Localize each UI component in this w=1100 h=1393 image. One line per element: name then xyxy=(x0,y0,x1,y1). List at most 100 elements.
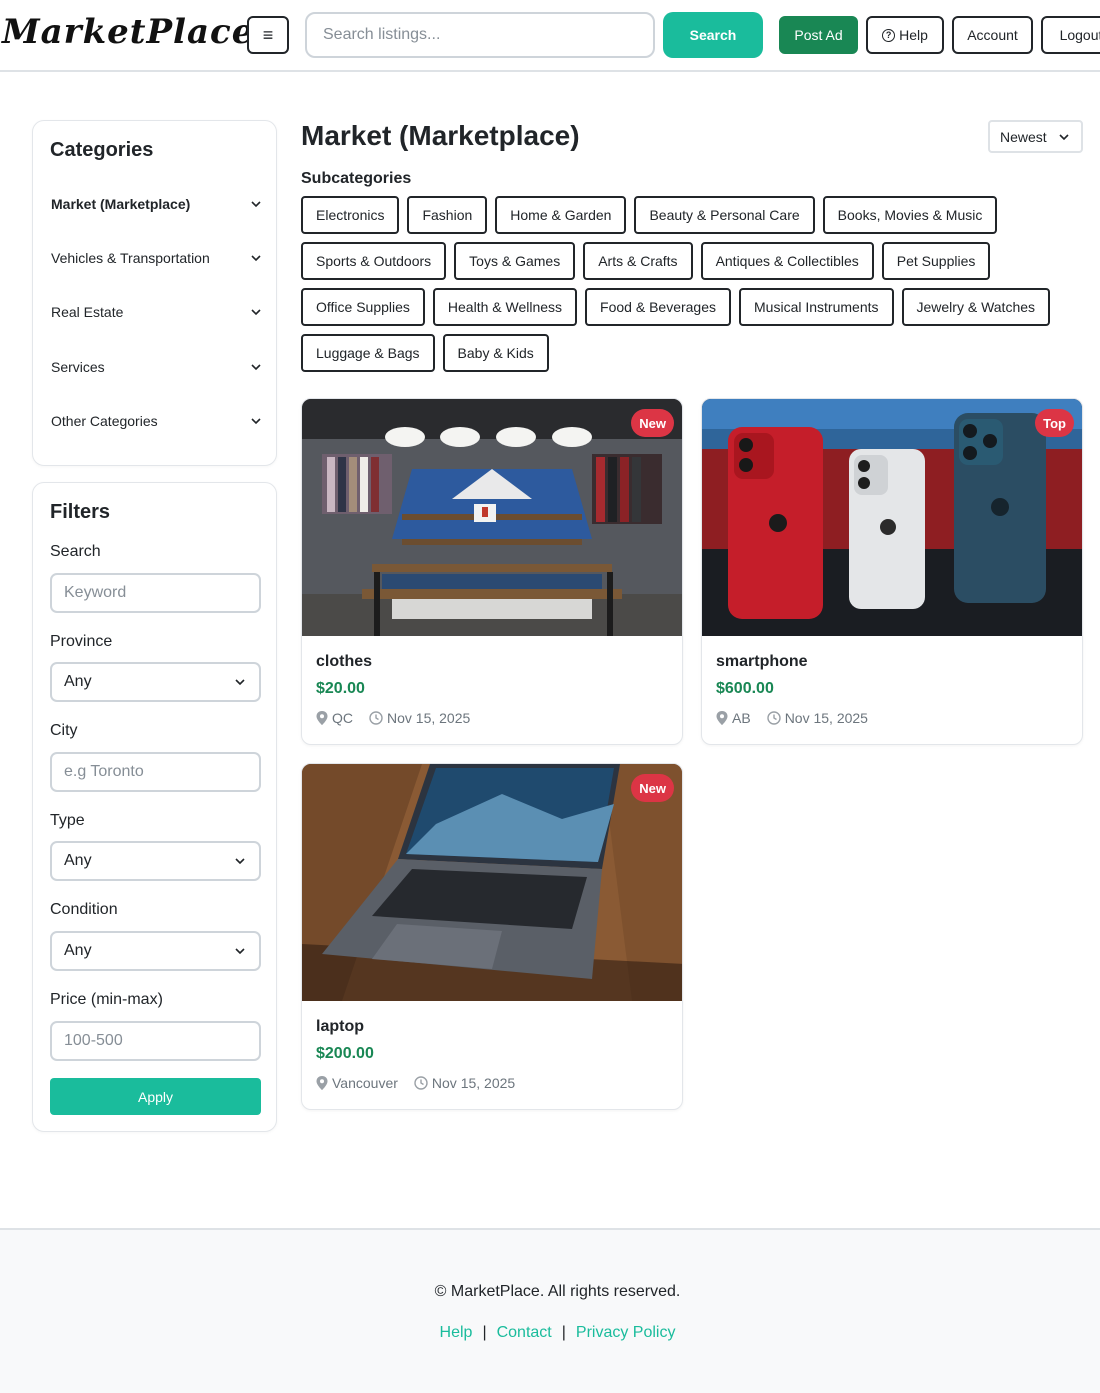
filters-card: Filters Search Province Any City Type An… xyxy=(32,482,277,1132)
subcategory-chip[interactable]: Sports & Outdoors xyxy=(301,242,447,280)
listing-meta: Vancouver Nov 15, 2025 xyxy=(316,1075,515,1091)
apply-filters-button[interactable]: Apply xyxy=(50,1078,261,1115)
laptop-photo: New xyxy=(302,764,682,1001)
chevron-down-icon xyxy=(1059,133,1069,140)
map-pin-icon xyxy=(316,711,328,725)
keyword-input[interactable] xyxy=(50,573,261,613)
listing-card[interactable]: New clothes $20.00 QC Nov 15, 2025 xyxy=(301,398,683,745)
listing-location: QC xyxy=(332,710,353,726)
category-label: Other Categories xyxy=(51,413,158,429)
condition-value: Any xyxy=(64,942,92,959)
city-input[interactable] xyxy=(50,752,261,792)
price-label: Price (min-max) xyxy=(50,991,163,1008)
clock-icon xyxy=(369,711,383,725)
subcategory-chip[interactable]: Arts & Crafts xyxy=(583,242,693,280)
link-separator: | xyxy=(561,1324,566,1341)
clothing-store-photo: New xyxy=(302,399,682,636)
search-button[interactable]: Search xyxy=(663,12,763,58)
listing-badge: New xyxy=(631,409,674,437)
category-item-market[interactable]: Market (Marketplace) xyxy=(51,192,263,216)
category-item-real-estate[interactable]: Real Estate xyxy=(51,300,263,324)
category-label: Real Estate xyxy=(51,304,124,320)
copyright-text: © MarketPlace. All rights reserved. xyxy=(434,1283,681,1300)
subcategory-chip[interactable]: Jewelry & Watches xyxy=(901,288,1051,326)
footer-link-privacy[interactable]: Privacy Policy xyxy=(576,1324,676,1341)
subcategory-chip[interactable]: Health & Wellness xyxy=(432,288,578,326)
province-value: Any xyxy=(64,673,92,690)
category-item-other[interactable]: Other Categories xyxy=(51,409,263,433)
chevron-down-icon xyxy=(251,255,261,262)
condition-label: Condition xyxy=(50,901,118,918)
categories-title: Categories xyxy=(50,139,154,161)
subcategory-chip[interactable]: Pet Supplies xyxy=(881,242,991,280)
subcategory-chip[interactable]: Luggage & Bags xyxy=(301,334,435,372)
account-button[interactable]: Account xyxy=(952,16,1033,54)
subcategory-chip[interactable]: Baby & Kids xyxy=(442,334,549,372)
type-select[interactable]: Any xyxy=(50,841,261,881)
subcategory-chip[interactable]: Office Supplies xyxy=(301,288,425,326)
footer: © MarketPlace. All rights reserved. Help… xyxy=(0,1228,1100,1393)
listing-location: AB xyxy=(732,710,751,726)
menu-toggle-button[interactable]: ≡ xyxy=(247,16,289,54)
chevron-down-icon xyxy=(251,418,261,425)
footer-link-contact[interactable]: Contact xyxy=(497,1324,552,1341)
logout-button[interactable]: Logout xyxy=(1041,16,1100,54)
listing-title[interactable]: smartphone xyxy=(716,653,808,671)
listing-title[interactable]: laptop xyxy=(316,1018,364,1036)
sort-select[interactable]: Newest xyxy=(988,120,1083,153)
listing-badge: New xyxy=(631,774,674,802)
sort-value: Newest xyxy=(1000,128,1047,145)
subcategory-chip[interactable]: Antiques & Collectibles xyxy=(700,242,874,280)
footer-link-help[interactable]: Help xyxy=(440,1324,473,1341)
brand-logo[interactable]: MarketPlace xyxy=(2,12,254,52)
search-input[interactable] xyxy=(305,12,655,58)
listing-card[interactable]: New laptop $200.00 Vancouver Nov 15, 202… xyxy=(301,763,683,1110)
listing-card[interactable]: Top smartphone $600.00 AB Nov 15, 2025 xyxy=(701,398,1083,745)
subcategory-chip[interactable]: Musical Instruments xyxy=(739,288,894,326)
category-item-vehicles[interactable]: Vehicles & Transportation xyxy=(51,246,263,270)
chevron-down-icon xyxy=(235,679,245,686)
listing-date: Nov 15, 2025 xyxy=(784,710,868,726)
link-separator: | xyxy=(482,1324,487,1341)
subcategory-chip[interactable]: Toys & Games xyxy=(454,242,576,280)
help-button-label: Help xyxy=(899,27,928,43)
question-circle-icon: ? xyxy=(882,28,896,42)
page-title: Market (Marketplace) xyxy=(301,120,580,151)
subcategory-chips: Electronics Fashion Home & Garden Beauty… xyxy=(301,196,1091,372)
condition-select[interactable]: Any xyxy=(50,931,261,971)
subcategory-chip[interactable]: Books, Movies & Music xyxy=(822,196,998,234)
listing-location: Vancouver xyxy=(332,1075,398,1091)
listing-date: Nov 15, 2025 xyxy=(431,1075,516,1091)
type-label: Type xyxy=(50,812,85,829)
type-value: Any xyxy=(64,852,92,869)
listing-date: Nov 15, 2025 xyxy=(387,710,471,726)
subcategory-chip[interactable]: Fashion xyxy=(407,196,488,234)
smartphones-photo: Top xyxy=(702,399,1082,636)
subcategory-chip[interactable]: Home & Garden xyxy=(495,196,627,234)
listing-price: $20.00 xyxy=(316,680,365,697)
price-range-input[interactable] xyxy=(50,1021,261,1061)
province-label: Province xyxy=(50,633,113,650)
subcategory-chip[interactable]: Beauty & Personal Care xyxy=(634,196,815,234)
listing-badge: Top xyxy=(1035,409,1074,437)
post-ad-button[interactable]: Post Ad xyxy=(779,16,858,54)
subcategory-chip[interactable]: Food & Beverages xyxy=(585,288,732,326)
chevron-down-icon xyxy=(251,364,261,371)
listing-price: $200.00 xyxy=(316,1045,374,1062)
category-item-services[interactable]: Services xyxy=(51,355,263,379)
search-filter-label: Search xyxy=(50,543,101,560)
listing-title[interactable]: clothes xyxy=(316,653,372,671)
hamburger-icon: ≡ xyxy=(262,24,274,45)
listing-meta: QC Nov 15, 2025 xyxy=(316,710,470,726)
clock-icon xyxy=(414,1076,428,1090)
subcategory-chip[interactable]: Electronics xyxy=(301,196,400,234)
chevron-down-icon xyxy=(251,309,261,316)
province-select[interactable]: Any xyxy=(50,662,261,702)
filters-title: Filters xyxy=(50,501,111,523)
clock-icon xyxy=(766,711,781,725)
help-button[interactable]: ? Help xyxy=(866,16,944,54)
footer-links: Help | Contact | Privacy Policy xyxy=(0,1324,1100,1342)
categories-card: Categories Market (Marketplace) Vehicles… xyxy=(32,120,277,466)
map-pin-icon xyxy=(716,711,728,725)
city-label: City xyxy=(50,722,78,739)
